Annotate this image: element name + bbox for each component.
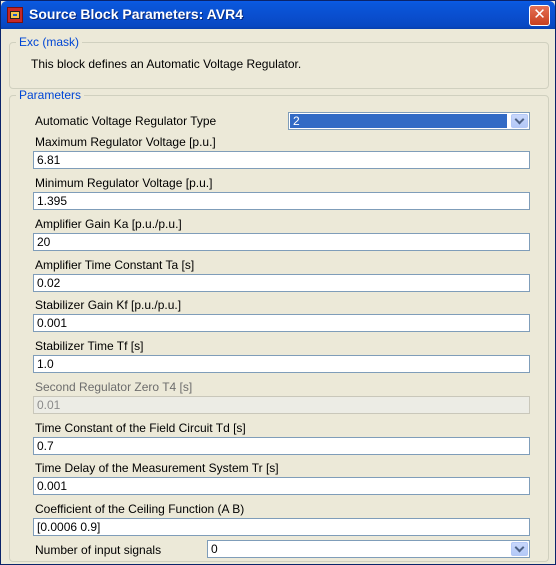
min-regulator-voltage-field[interactable]: 1.395: [33, 192, 530, 210]
amplifier-gain-label: Amplifier Gain Ka [p.u./p.u.]: [35, 217, 182, 231]
amplifier-time-constant-field[interactable]: 0.02: [33, 274, 530, 292]
stabilizer-gain-field[interactable]: 0.001: [33, 314, 530, 332]
mask-group-legend: Exc (mask): [19, 35, 79, 49]
dialog-window: Source Block Parameters: AVR4 ✕ Exc (mas…: [0, 0, 556, 565]
stabilizer-time-field[interactable]: 1.0: [33, 355, 530, 373]
measurement-time-delay-field[interactable]: 0.001: [33, 477, 530, 495]
title-bar[interactable]: Source Block Parameters: AVR4 ✕: [1, 1, 555, 29]
regulator-type-dropdown[interactable]: 2: [288, 112, 530, 130]
amplifier-time-constant-label: Amplifier Time Constant Ta [s]: [35, 258, 195, 272]
chevron-down-icon[interactable]: [511, 114, 528, 128]
close-button[interactable]: ✕: [529, 5, 550, 26]
mask-description-text: This block defines an Automatic Voltage …: [31, 57, 302, 71]
parameters-group-legend: Parameters: [19, 88, 82, 102]
field-circuit-time-constant-field[interactable]: 0.7: [33, 437, 530, 455]
amplifier-gain-field[interactable]: 20: [33, 233, 530, 251]
second-regulator-zero-field: 0.01: [33, 396, 530, 414]
measurement-time-delay-label: Time Delay of the Measurement System Tr …: [35, 461, 279, 475]
max-regulator-voltage-label: Maximum Regulator Voltage [p.u.]: [35, 135, 216, 149]
max-regulator-voltage-field[interactable]: 6.81: [33, 151, 530, 169]
input-signals-value: 0: [211, 542, 218, 556]
window-title: Source Block Parameters: AVR4: [29, 6, 243, 22]
simulink-app-icon: [7, 7, 23, 23]
input-signals-dropdown[interactable]: 0: [207, 540, 530, 558]
chevron-down-icon[interactable]: [511, 542, 528, 556]
stabilizer-gain-label: Stabilizer Gain Kf [p.u./p.u.]: [35, 298, 182, 312]
ceiling-coefficient-field[interactable]: [0.0006 0.9]: [33, 518, 530, 536]
regulator-type-label: Automatic Voltage Regulator Type: [35, 114, 217, 128]
ceiling-coefficient-label: Coefficient of the Ceiling Function (A B…: [35, 502, 245, 516]
regulator-type-value: 2: [290, 114, 507, 128]
second-regulator-zero-label: Second Regulator Zero T4 [s]: [35, 380, 193, 394]
field-circuit-time-constant-label: Time Constant of the Field Circuit Td [s…: [35, 421, 246, 435]
input-signals-label: Number of input signals: [35, 543, 162, 557]
min-regulator-voltage-label: Minimum Regulator Voltage [p.u.]: [35, 176, 213, 190]
stabilizer-time-label: Stabilizer Time Tf [s]: [35, 339, 144, 353]
